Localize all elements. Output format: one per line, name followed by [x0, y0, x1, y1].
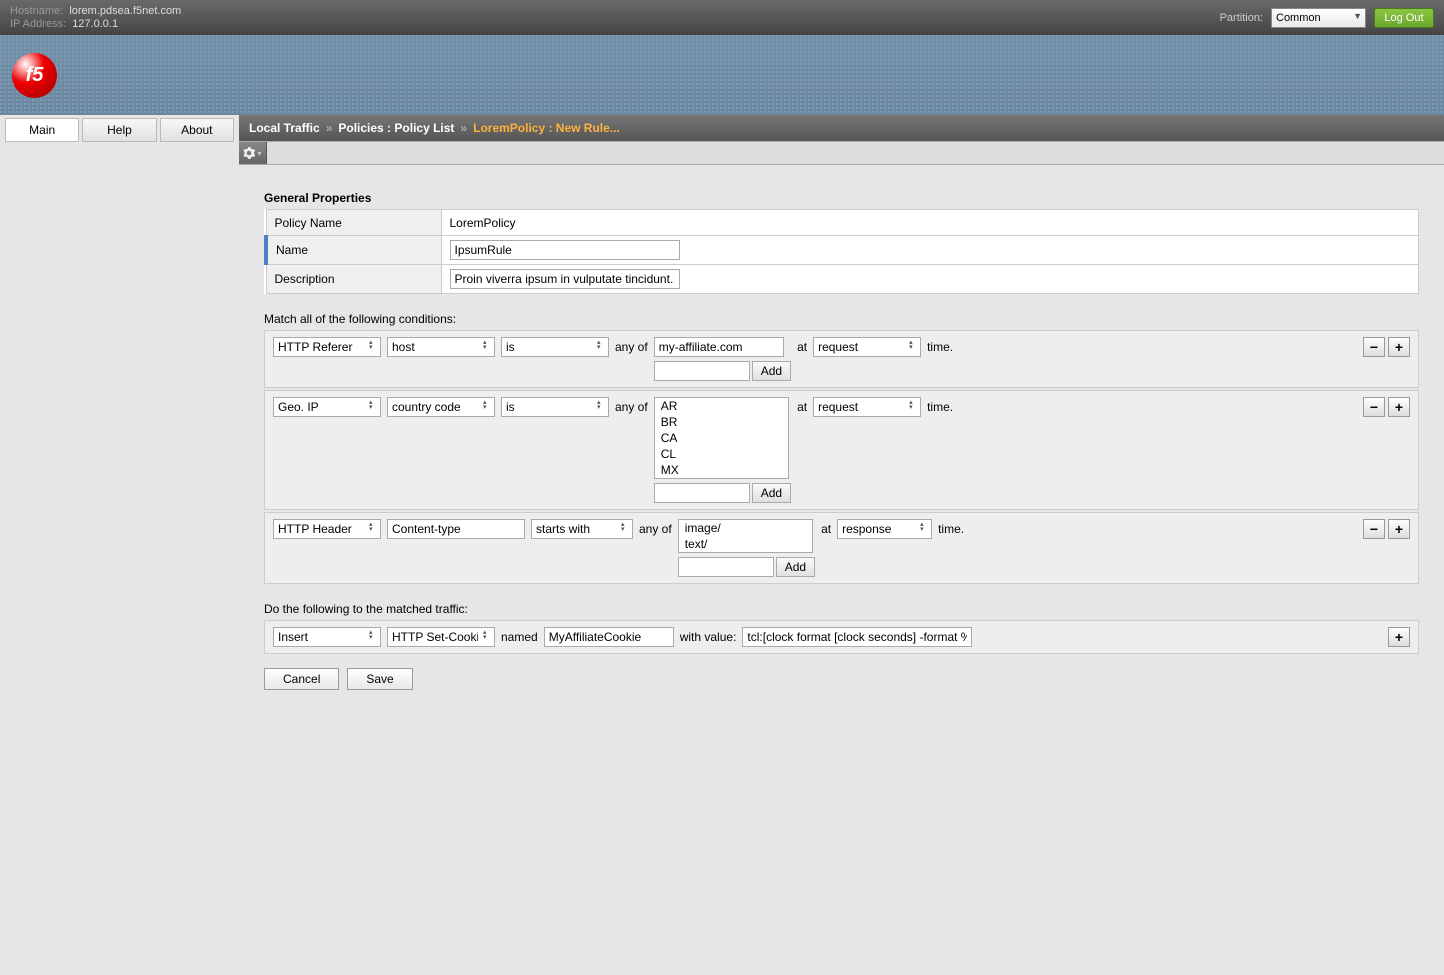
cond2-at-label: at	[797, 397, 807, 414]
cond3-time-label: time.	[938, 519, 964, 536]
cond3-v0[interactable]: image/	[679, 520, 812, 536]
act1-name-input[interactable]	[544, 627, 674, 647]
cond3-header-name-input[interactable]	[387, 519, 525, 539]
actions-title: Do the following to the matched traffic:	[264, 602, 1419, 616]
general-properties-title: General Properties	[264, 191, 1419, 205]
cond1-add-button[interactable]: Add	[752, 361, 791, 381]
act1-named-label: named	[501, 627, 538, 644]
act1-add-row-button[interactable]: +	[1388, 627, 1410, 647]
cond1-add-row-button[interactable]: +	[1388, 337, 1410, 357]
cond3-operand-select[interactable]: HTTP Header	[273, 519, 381, 539]
description-label: Description	[266, 265, 441, 294]
tab-help[interactable]: Help	[82, 118, 156, 142]
cond1-add-input[interactable]	[654, 361, 750, 381]
crumb-current: LoremPolicy : New Rule...	[473, 121, 620, 135]
rule-name-input[interactable]	[450, 240, 680, 260]
condition-row-1: HTTP Referer host is any of Add at reque…	[264, 330, 1419, 388]
cond2-phase-select[interactable]: request	[813, 397, 921, 417]
name-label: Name	[266, 236, 441, 265]
description-input[interactable]	[450, 269, 680, 289]
policy-name-value: LoremPolicy	[441, 210, 1419, 236]
cond1-operand-select[interactable]: HTTP Referer	[273, 337, 381, 357]
cond2-add-row-button[interactable]: +	[1388, 397, 1410, 417]
hostname-label: Hostname:	[10, 5, 63, 17]
sidebar: Main Help About	[0, 115, 239, 975]
cond3-value-list[interactable]: image/ text/	[678, 519, 813, 553]
f5-logo: f5	[12, 53, 57, 98]
cond2-add-button[interactable]: Add	[752, 483, 791, 503]
cancel-button[interactable]: Cancel	[264, 668, 339, 690]
cond2-attr-select[interactable]: country code	[387, 397, 495, 417]
logout-button[interactable]: Log Out	[1374, 8, 1434, 28]
toolbar: ▾	[239, 141, 1444, 165]
act1-withvalue-label: with value:	[680, 627, 737, 644]
tab-about[interactable]: About	[160, 118, 234, 142]
cond2-remove-button[interactable]: −	[1363, 397, 1385, 417]
partition-select[interactable]	[1271, 8, 1366, 28]
cond3-anyof-label: any of	[639, 519, 672, 536]
cond2-v4[interactable]: MX	[655, 462, 788, 478]
cond2-v2[interactable]: CA	[655, 430, 788, 446]
gear-menu-button[interactable]: ▾	[239, 142, 267, 164]
gear-icon	[243, 147, 255, 159]
cond3-add-button[interactable]: Add	[776, 557, 815, 577]
act1-target-select[interactable]: HTTP Set-Cookie	[387, 627, 495, 647]
cond1-at-label: at	[797, 337, 807, 354]
cond2-v0[interactable]: AR	[655, 398, 788, 414]
crumb-policies[interactable]: Policies : Policy List	[338, 121, 454, 135]
cond3-cmp-select[interactable]: starts with	[531, 519, 633, 539]
cond1-remove-button[interactable]: −	[1363, 337, 1385, 357]
cond3-add-input[interactable]	[678, 557, 774, 577]
hostname-value: lorem.pdsea.f5net.com	[69, 5, 181, 17]
cond2-time-label: time.	[927, 397, 953, 414]
cond3-at-label: at	[821, 519, 831, 536]
condition-row-3: HTTP Header starts with any of image/ te…	[264, 512, 1419, 584]
banner: f5	[0, 35, 1444, 115]
cond3-phase-select[interactable]: response	[837, 519, 932, 539]
tab-main[interactable]: Main	[5, 118, 79, 142]
top-bar: Hostname: lorem.pdsea.f5net.com IP Addre…	[0, 0, 1444, 35]
action-row-1: Insert HTTP Set-Cookie named with value:…	[264, 620, 1419, 654]
act1-value-input[interactable]	[742, 627, 972, 647]
conditions-title: Match all of the following conditions:	[264, 312, 1419, 326]
cond2-v3[interactable]: CL	[655, 446, 788, 462]
cond1-attr-select[interactable]: host	[387, 337, 495, 357]
cond2-value-list[interactable]: AR BR CA CL MX	[654, 397, 789, 479]
ip-value: 127.0.0.1	[72, 18, 118, 30]
ip-label: IP Address:	[10, 18, 66, 30]
condition-row-2: Geo. IP country code is any of AR BR CA …	[264, 390, 1419, 510]
cond1-value-input[interactable]	[654, 337, 784, 357]
cond2-anyof-label: any of	[615, 397, 648, 414]
policy-name-label: Policy Name	[266, 210, 441, 236]
cond1-time-label: time.	[927, 337, 953, 354]
cond1-cmp-select[interactable]: is	[501, 337, 609, 357]
cond2-operand-select[interactable]: Geo. IP	[273, 397, 381, 417]
crumb-local-traffic[interactable]: Local Traffic	[249, 121, 320, 135]
cond2-v1[interactable]: BR	[655, 414, 788, 430]
save-button[interactable]: Save	[347, 668, 412, 690]
breadcrumb: Local Traffic » Policies : Policy List »…	[239, 115, 1444, 141]
cond3-v1[interactable]: text/	[679, 536, 812, 552]
cond3-add-row-button[interactable]: +	[1388, 519, 1410, 539]
cond3-remove-button[interactable]: −	[1363, 519, 1385, 539]
cond1-anyof-label: any of	[615, 337, 648, 354]
partition-label: Partition:	[1220, 12, 1263, 24]
general-properties-table: Policy Name LoremPolicy Name Description	[264, 209, 1419, 294]
caret-down-icon: ▾	[257, 149, 261, 158]
cond1-phase-select[interactable]: request	[813, 337, 921, 357]
cond2-add-input[interactable]	[654, 483, 750, 503]
cond2-cmp-select[interactable]: is	[501, 397, 609, 417]
act1-verb-select[interactable]: Insert	[273, 627, 381, 647]
host-info: Hostname: lorem.pdsea.f5net.com IP Addre…	[10, 5, 181, 31]
